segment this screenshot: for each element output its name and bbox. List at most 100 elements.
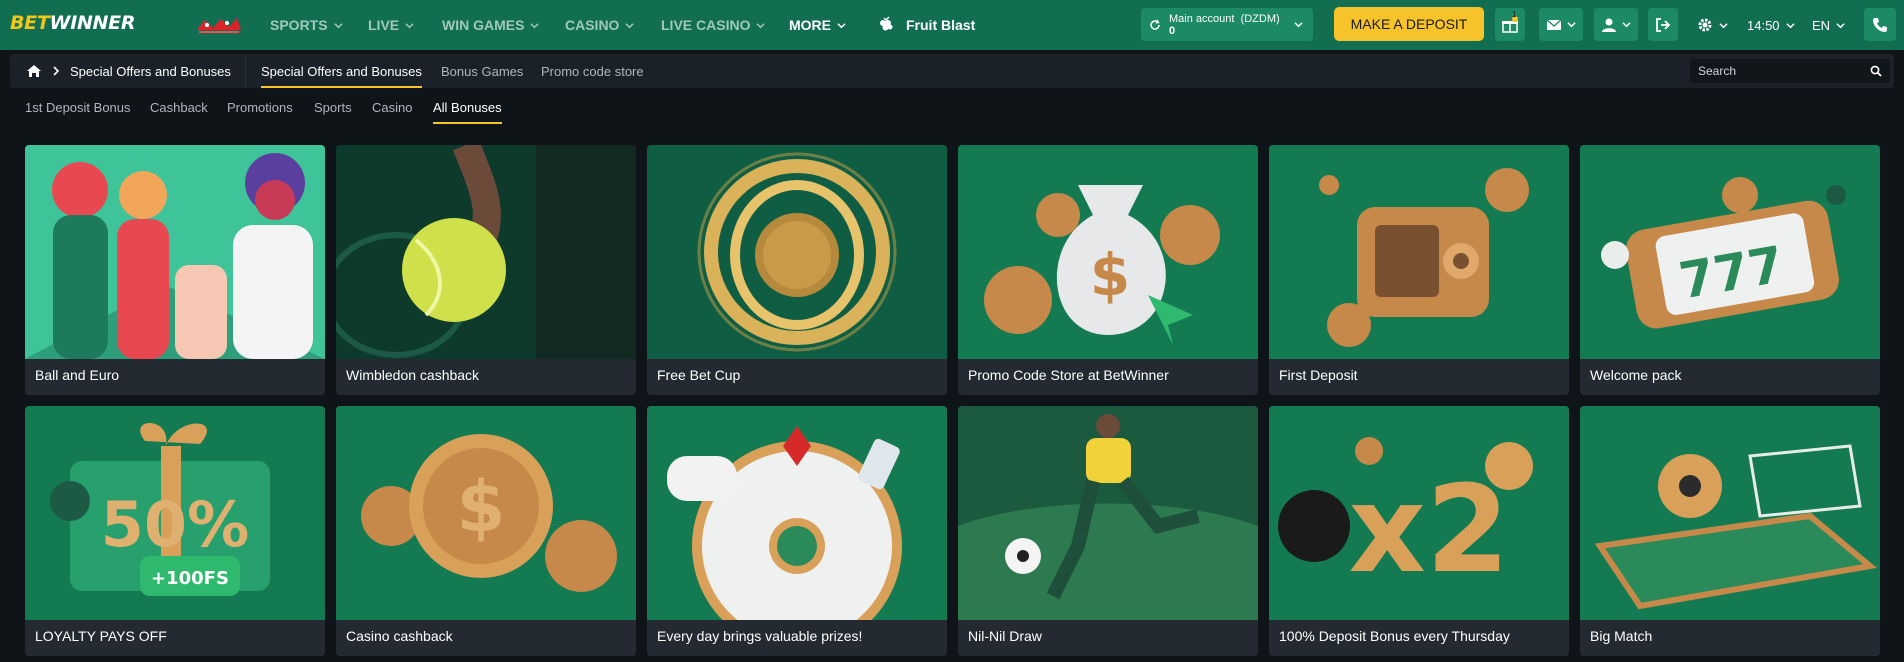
nav-casino-label: CASINO	[565, 17, 620, 33]
chevron-down-icon	[333, 22, 343, 28]
bonus-card-welcome-pack[interactable]: 777 Welcome pack	[1580, 145, 1880, 395]
bonus-card-promo-code-store[interactable]: $ Promo Code Store at BetWinner	[958, 145, 1258, 395]
bonus-card-title: LOYALTY PAYS OFF	[35, 628, 167, 644]
featured-game-label: Fruit Blast	[906, 17, 976, 33]
tab-bonus-games[interactable]: Bonus Games	[441, 54, 523, 88]
coins-illustration: $	[336, 406, 636, 620]
bonus-card-nil-nil-draw[interactable]: Nil-Nil Draw	[958, 406, 1258, 656]
bonus-card-casino-cashback[interactable]: $ Casino cashback	[336, 406, 636, 656]
filter-cashback[interactable]: Cashback	[150, 100, 208, 120]
nav-sports-label: SPORTS	[270, 17, 328, 33]
bonus-card-first-deposit[interactable]: First Deposit	[1269, 145, 1569, 395]
time-dropdown[interactable]: 14:50	[1747, 0, 1795, 50]
messages-dropdown[interactable]	[1539, 8, 1583, 41]
nav-live[interactable]: LIVE	[368, 0, 414, 50]
betwinner-logo[interactable]: BETWINNER	[10, 12, 135, 34]
nav-live-casino-label: LIVE CASINO	[661, 17, 751, 33]
chevron-down-icon	[1622, 22, 1631, 28]
section-nav-bar: Special Offers and Bonuses Special Offer…	[10, 54, 1894, 88]
nav-sports[interactable]: SPORTS	[270, 0, 343, 50]
fans-illustration	[25, 145, 325, 359]
chevron-down-icon	[837, 22, 846, 28]
settings-dropdown[interactable]	[1697, 0, 1728, 50]
make-deposit-button[interactable]: MAKE A DEPOSIT	[1334, 7, 1484, 41]
language-dropdown[interactable]: EN	[1812, 0, 1845, 50]
gear-icon	[1698, 18, 1712, 32]
bonus-card-title: 100% Deposit Bonus every Thursday	[1279, 628, 1510, 644]
gold-coin-illustration	[647, 145, 947, 359]
filter-sports[interactable]: Sports	[314, 100, 352, 120]
search-box	[1690, 59, 1890, 83]
bonus-card-ball-and-euro[interactable]: Ball and Euro	[25, 145, 325, 395]
bonus-card-title: Free Bet Cup	[657, 367, 741, 383]
nav-live-label: LIVE	[368, 17, 400, 33]
bonus-card-title: Wimbledon cashback	[346, 367, 480, 383]
filter-all-bonuses[interactable]: All Bonuses	[433, 100, 502, 124]
logout-icon	[1656, 17, 1671, 32]
nav-more-label: MORE	[789, 17, 831, 33]
account-balance-dropdown[interactable]: Main account (DZDM) 0	[1141, 8, 1313, 41]
bonus-card-title: Casino cashback	[346, 628, 453, 644]
bonus-card-title: Promo Code Store at BetWinner	[968, 367, 1169, 383]
chevron-down-icon	[625, 22, 635, 28]
nav-more[interactable]: MORE	[789, 0, 846, 50]
loyalty-freespins-text: +100FS	[151, 568, 229, 589]
bonus-card-loyalty-pays-off[interactable]: 50% +100FS LOYALTY PAYS OFF	[25, 406, 325, 656]
bonus-card-deposit-bonus-thursday[interactable]: x2 100% Deposit Bonus every Thursday	[1269, 406, 1569, 656]
chevron-down-icon	[1294, 22, 1303, 28]
prize-wheel-illustration	[647, 406, 947, 620]
money-bag-illustration: $	[958, 145, 1258, 359]
x2-text: x2	[1349, 461, 1510, 600]
bonus-card-title: Every day brings valuable prizes!	[657, 628, 863, 644]
breadcrumb: Special Offers and Bonuses	[10, 54, 246, 88]
x2-illustration: x2	[1269, 406, 1569, 620]
bonus-card-title: Welcome pack	[1590, 367, 1682, 383]
language-code: EN	[1812, 17, 1831, 33]
chevron-down-icon	[1785, 22, 1795, 28]
account-info: Main account (DZDM) 0	[1169, 13, 1280, 37]
tab-promo-code-store[interactable]: Promo code store	[541, 54, 644, 88]
bonus-card-big-match[interactable]: Big Match	[1580, 406, 1880, 656]
search-input[interactable]	[1698, 64, 1870, 78]
nav-casino[interactable]: CASINO	[565, 0, 635, 50]
search-icon[interactable]	[1870, 65, 1882, 77]
nav-live-casino[interactable]: LIVE CASINO	[661, 0, 766, 50]
footballer-illustration	[958, 406, 1258, 620]
account-balance: 0	[1169, 24, 1176, 37]
gifts-button[interactable]: 1	[1495, 8, 1525, 41]
tennis-ball-illustration	[336, 145, 636, 359]
raspberry-icon	[880, 16, 893, 31]
envelope-icon	[1546, 18, 1562, 30]
filter-casino[interactable]: Casino	[372, 100, 412, 120]
profile-dropdown[interactable]	[1594, 8, 1638, 41]
nav-win-games[interactable]: WIN GAMES	[442, 0, 540, 50]
loyalty-percent-text: 50%	[101, 488, 249, 561]
chevron-down-icon	[1567, 22, 1576, 28]
chevron-down-icon	[1836, 22, 1845, 28]
chevron-down-icon	[530, 22, 540, 28]
bonus-card-title: Big Match	[1590, 628, 1653, 644]
bonus-card-every-day-prizes[interactable]: Every day brings valuable prizes!	[647, 406, 947, 656]
chevron-down-icon	[405, 22, 414, 28]
filter-1st-deposit-bonus[interactable]: 1st Deposit Bonus	[25, 100, 131, 120]
gift-box-illustration: 50% +100FS	[25, 406, 325, 620]
refresh-icon[interactable]	[1149, 19, 1161, 31]
featured-game-link[interactable]: Fruit Blast	[876, 0, 975, 50]
logout-button[interactable]	[1648, 8, 1678, 41]
time-display: 14:50	[1747, 17, 1780, 33]
bonus-card-title: Ball and Euro	[35, 367, 120, 383]
svg-text:$: $	[1090, 241, 1130, 309]
tab-special-offers[interactable]: Special Offers and Bonuses	[261, 54, 422, 88]
account-label: Main account	[1169, 12, 1235, 25]
phone-icon	[1873, 17, 1887, 32]
filter-promotions[interactable]: Promotions	[227, 100, 293, 120]
chevron-down-icon	[756, 22, 766, 28]
home-icon[interactable]	[26, 64, 42, 78]
logo-part-winner: WINNER	[49, 12, 136, 34]
bonus-card-wimbledon-cashback[interactable]: Wimbledon cashback	[336, 145, 636, 395]
promo-badge-icon[interactable]	[193, 14, 245, 36]
chevron-down-icon	[1719, 22, 1728, 28]
phone-button[interactable]	[1864, 8, 1896, 41]
bonus-card-free-bet-cup[interactable]: Free Bet Cup	[647, 145, 947, 395]
nav-win-games-label: WIN GAMES	[442, 17, 525, 33]
